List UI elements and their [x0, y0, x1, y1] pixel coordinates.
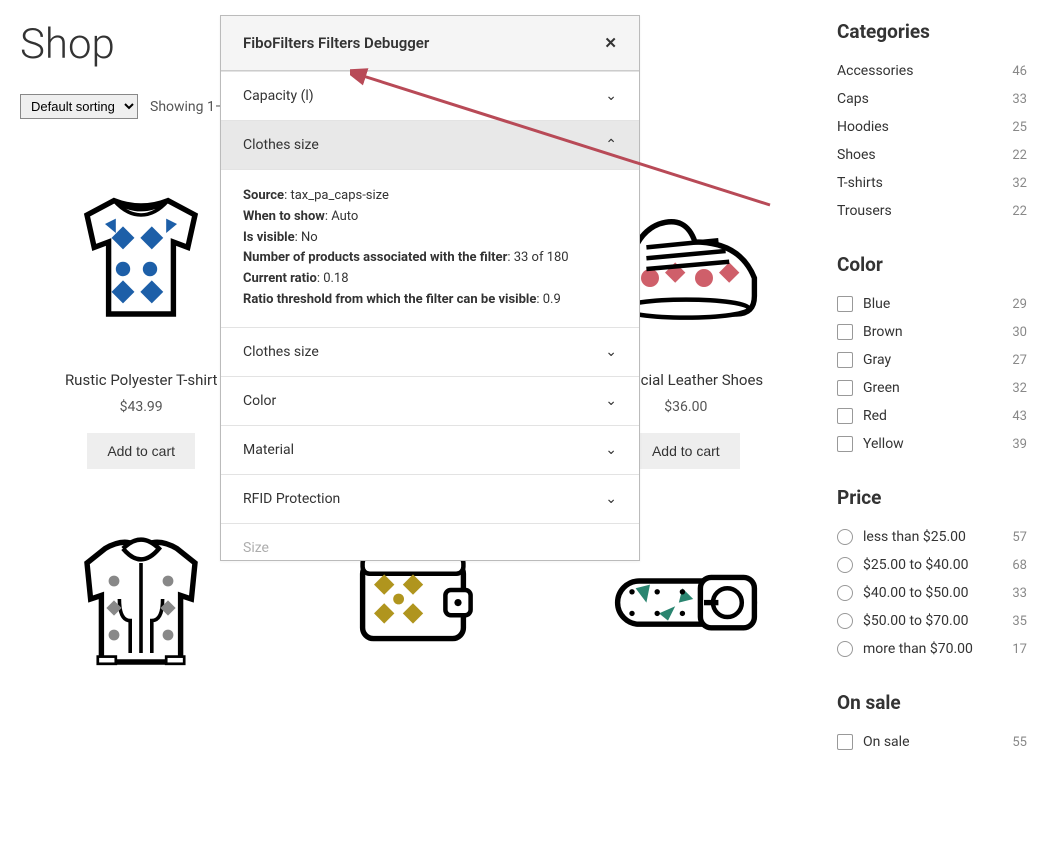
category-link[interactable]: Caps: [837, 91, 869, 107]
debugger-title: FiboFilters Filters Debugger: [243, 34, 429, 52]
chevron-down-icon: ⌄: [605, 344, 617, 360]
category-link[interactable]: Accessories: [837, 63, 913, 79]
color-label[interactable]: Yellow: [863, 436, 904, 452]
checkbox-icon[interactable]: [837, 352, 853, 368]
checkbox-icon[interactable]: [837, 296, 853, 312]
color-count: 27: [1012, 353, 1027, 368]
category-link[interactable]: Shoes: [837, 147, 876, 163]
debugger-body[interactable]: Capacity (l) ⌄ Clothes size ⌃ Source: ta…: [221, 71, 639, 560]
color-count: 32: [1012, 381, 1027, 396]
price-widget: Price less than $25.00 57 $25.00 to $40.00…: [837, 486, 1027, 663]
color-count: 43: [1012, 409, 1027, 424]
price-item[interactable]: $25.00 to $40.00 68: [837, 551, 1027, 579]
checkbox-icon[interactable]: [837, 408, 853, 424]
color-label[interactable]: Green: [863, 380, 900, 396]
radio-icon[interactable]: [837, 529, 853, 545]
price-count: 33: [1012, 586, 1027, 601]
debugger-section[interactable]: Clothes size ⌄: [221, 328, 639, 377]
product-image: [51, 179, 231, 359]
widget-title: Categories: [837, 20, 1027, 43]
price-item[interactable]: less than $25.00 57: [837, 523, 1027, 551]
widget-title: On sale: [837, 691, 1027, 714]
color-count: 29: [1012, 297, 1027, 312]
debugger-panel: FiboFilters Filters Debugger ✕ Capacity …: [220, 15, 640, 561]
add-to-cart-button[interactable]: Add to cart: [632, 433, 740, 469]
checkbox-icon[interactable]: [837, 734, 853, 750]
category-item[interactable]: Accessories 46: [837, 57, 1027, 85]
price-label[interactable]: less than $25.00: [863, 529, 966, 545]
radio-icon[interactable]: [837, 613, 853, 629]
widget-title: Price: [837, 486, 1027, 509]
debugger-section[interactable]: Material ⌄: [221, 426, 639, 475]
debugger-section[interactable]: Size: [221, 524, 639, 560]
price-item[interactable]: $50.00 to $70.00 35: [837, 607, 1027, 635]
color-label[interactable]: Blue: [863, 296, 890, 312]
product-image: [51, 509, 231, 689]
price-label[interactable]: $25.00 to $40.00: [863, 557, 968, 573]
price-count: 57: [1012, 530, 1027, 545]
chevron-down-icon: ⌄: [605, 88, 617, 104]
radio-icon[interactable]: [837, 641, 853, 657]
debugger-section[interactable]: RFID Protection ⌄: [221, 475, 639, 524]
checkbox-icon[interactable]: [837, 380, 853, 396]
checkbox-icon[interactable]: [837, 436, 853, 452]
radio-icon[interactable]: [837, 557, 853, 573]
category-item[interactable]: T-shirts 32: [837, 169, 1027, 197]
price-count: 17: [1012, 642, 1027, 657]
debugger-details: Source: tax_pa_caps-size When to show: A…: [221, 170, 639, 328]
widget-title: Color: [837, 253, 1027, 276]
debugger-header[interactable]: FiboFilters Filters Debugger ✕: [221, 16, 639, 71]
price-item[interactable]: more than $70.00 17: [837, 635, 1027, 663]
price-label[interactable]: $40.00 to $50.00: [863, 585, 968, 601]
onsale-label[interactable]: On sale: [863, 734, 910, 750]
color-label[interactable]: Red: [863, 408, 887, 424]
category-count: 22: [1012, 148, 1027, 163]
price-label[interactable]: more than $70.00: [863, 641, 973, 657]
color-widget: Color Blue 29 Brown 30 Gray 27 Green 32 Red 43 Yel…: [837, 253, 1027, 458]
category-item[interactable]: Trousers 22: [837, 197, 1027, 225]
category-item[interactable]: Shoes 22: [837, 141, 1027, 169]
close-icon[interactable]: ✕: [604, 34, 617, 52]
onsale-item[interactable]: On sale 55: [837, 728, 1027, 756]
category-item[interactable]: Hoodies 25: [837, 113, 1027, 141]
category-count: 33: [1012, 92, 1027, 107]
color-item[interactable]: Gray 27: [837, 346, 1027, 374]
categories-widget: Categories Accessories 46 Caps 33 Hoodies 25 S…: [837, 20, 1027, 225]
checkbox-icon[interactable]: [837, 324, 853, 340]
chevron-down-icon: ⌄: [605, 442, 617, 458]
color-item[interactable]: Red 43: [837, 402, 1027, 430]
price-count: 68: [1012, 558, 1027, 573]
category-item[interactable]: Caps 33: [837, 85, 1027, 113]
color-item[interactable]: Yellow 39: [837, 430, 1027, 458]
color-label[interactable]: Gray: [863, 352, 891, 368]
debugger-section[interactable]: Color ⌄: [221, 377, 639, 426]
radio-icon[interactable]: [837, 585, 853, 601]
color-label[interactable]: Brown: [863, 324, 903, 340]
price-item[interactable]: $40.00 to $50.00 33: [837, 579, 1027, 607]
chevron-up-icon: ⌃: [605, 137, 617, 153]
color-count: 30: [1012, 325, 1027, 340]
category-count: 32: [1012, 176, 1027, 191]
debugger-section-expanded[interactable]: Clothes size ⌃: [221, 121, 639, 170]
category-link[interactable]: T-shirts: [837, 175, 883, 191]
category-count: 46: [1012, 64, 1027, 79]
price-label[interactable]: $50.00 to $70.00: [863, 613, 968, 629]
color-item[interactable]: Blue 29: [837, 290, 1027, 318]
category-link[interactable]: Hoodies: [837, 119, 889, 135]
add-to-cart-button[interactable]: Add to cart: [87, 433, 195, 469]
onsale-count: 55: [1012, 735, 1027, 750]
price-count: 35: [1012, 614, 1027, 629]
color-item[interactable]: Brown 30: [837, 318, 1027, 346]
category-link[interactable]: Trousers: [837, 203, 892, 219]
category-count: 25: [1012, 120, 1027, 135]
onsale-widget: On sale On sale 55: [837, 691, 1027, 756]
chevron-down-icon: ⌄: [605, 393, 617, 409]
color-item[interactable]: Green 32: [837, 374, 1027, 402]
category-count: 22: [1012, 204, 1027, 219]
color-count: 39: [1012, 437, 1027, 452]
debugger-section[interactable]: Capacity (l) ⌄: [221, 72, 639, 121]
chevron-down-icon: ⌄: [605, 491, 617, 507]
sort-select[interactable]: Default sorting: [20, 94, 138, 119]
